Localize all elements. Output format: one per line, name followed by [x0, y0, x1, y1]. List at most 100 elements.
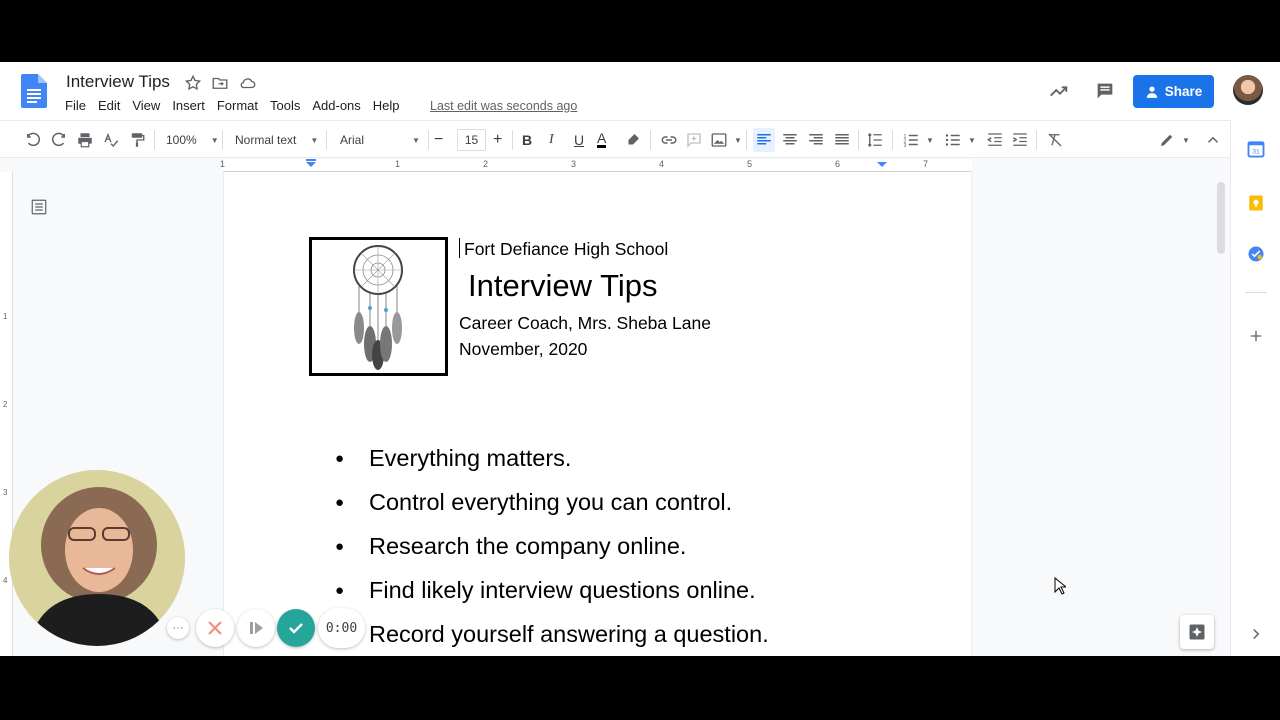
document-outline-icon[interactable] [30, 198, 48, 216]
highlight-color-icon[interactable] [624, 130, 642, 150]
vruler-label: 2 [3, 400, 8, 409]
right-indent-marker-icon[interactable] [877, 159, 887, 167]
align-right-icon[interactable] [807, 130, 825, 150]
paragraph-style-select[interactable]: Normal text ▼ [235, 130, 318, 150]
italic-icon[interactable]: I [549, 130, 554, 150]
undo-icon[interactable] [24, 130, 42, 150]
calendar-icon[interactable]: 31 [1247, 140, 1265, 158]
spellcheck-icon[interactable] [102, 130, 120, 150]
editing-mode-icon[interactable]: ▼ [1158, 130, 1190, 150]
tips-list: ● Everything matters. ● Control everything… [334, 436, 769, 656]
vruler-label: 1 [3, 312, 8, 321]
tasks-icon[interactable] [1247, 245, 1265, 263]
menu-edit[interactable]: Edit [92, 98, 126, 113]
increase-indent-icon[interactable] [1011, 130, 1029, 150]
redo-icon[interactable] [50, 130, 68, 150]
cloud-saved-icon[interactable] [239, 74, 257, 92]
text-cursor [459, 238, 460, 258]
chevron-down-icon: ▼ [926, 135, 934, 145]
increase-font-size-button[interactable]: + [493, 130, 502, 150]
bulleted-list-icon[interactable]: ▼ [944, 130, 976, 150]
webcam-bubble[interactable] [9, 470, 185, 646]
explore-button[interactable] [1180, 615, 1214, 649]
menu-view[interactable]: View [126, 98, 166, 113]
decrease-font-size-button[interactable]: − [434, 130, 443, 150]
text-color-icon[interactable]: A [597, 130, 607, 148]
line-spacing-icon[interactable] [866, 130, 884, 150]
person-icon [1146, 85, 1157, 98]
font-select[interactable]: Arial ▼ [340, 130, 420, 150]
app-window: Interview Tips File Edit View Insert For… [0, 62, 1280, 656]
add-addon-icon[interactable] [1247, 327, 1265, 345]
print-icon[interactable] [76, 130, 94, 150]
last-edit-link[interactable]: Last edit was seconds ago [430, 99, 577, 113]
comment-history-icon[interactable] [1094, 80, 1116, 102]
star-icon[interactable] [184, 74, 202, 92]
coach-name: Career Coach, Mrs. Sheba Lane [459, 313, 711, 333]
chevron-down-icon: ▼ [310, 135, 319, 145]
vruler-label: 3 [3, 488, 8, 497]
insert-link-icon[interactable] [660, 130, 678, 150]
mouse-pointer-icon [1054, 577, 1066, 595]
chevron-right-icon[interactable] [1247, 625, 1265, 643]
pause-recording-button[interactable] [237, 609, 275, 647]
align-left-icon[interactable] [755, 130, 773, 150]
menu-help[interactable]: Help [367, 98, 406, 113]
scrollbar-thumb[interactable] [1217, 182, 1225, 254]
chevron-down-icon: ▼ [412, 135, 420, 145]
list-item: ●Record yourself answering a question. [334, 612, 769, 656]
title-bar: Interview Tips File Edit View Insert For… [0, 62, 1280, 120]
decrease-indent-icon[interactable] [986, 130, 1004, 150]
document-date: November, 2020 [459, 339, 588, 359]
ruler-label: 4 [659, 159, 665, 169]
list-item: ● Find likely interview questions online. [334, 568, 769, 612]
share-button[interactable]: Share [1133, 75, 1214, 108]
menu-file[interactable]: File [59, 98, 92, 113]
list-item-text: Control everything you can control. [369, 488, 733, 515]
paint-format-icon[interactable] [128, 130, 146, 150]
add-comment-icon[interactable] [685, 130, 703, 150]
keep-icon[interactable] [1247, 194, 1265, 212]
menu-format[interactable]: Format [211, 98, 264, 113]
hide-menus-icon[interactable] [1204, 130, 1222, 150]
finish-recording-button[interactable] [277, 609, 315, 647]
bullet-icon: ● [335, 537, 345, 555]
font-size-input[interactable]: 15 [457, 129, 486, 151]
document-page[interactable]: Fort Defiance High School Interview Tips… [224, 172, 971, 656]
align-center-icon[interactable] [781, 130, 799, 150]
ruler-label: 7 [923, 159, 929, 169]
pause-play-icon [250, 622, 263, 634]
account-avatar[interactable] [1233, 75, 1263, 105]
dreamcatcher-image[interactable] [309, 237, 448, 376]
more-options-button[interactable]: ··· [167, 617, 189, 639]
zoom-select[interactable]: 100% ▼ [166, 130, 219, 150]
font-value: Arial [340, 133, 365, 147]
list-item: ● Control everything you can control. [334, 480, 769, 524]
left-indent-marker-icon[interactable] [306, 159, 316, 167]
menu-tools[interactable]: Tools [264, 98, 306, 113]
ruler-label: 1 [220, 159, 226, 169]
school-name: Fort Defiance High School [464, 239, 669, 259]
horizontal-ruler[interactable]: 1 1 2 3 4 5 6 7 [220, 159, 972, 172]
menu-bar: File Edit View Insert Format Tools Add-o… [59, 98, 406, 113]
clear-formatting-icon[interactable] [1046, 130, 1064, 150]
underline-icon[interactable]: U [574, 130, 584, 150]
move-folder-icon[interactable] [211, 74, 229, 92]
ruler-label: 3 [571, 159, 577, 169]
svg-text:3: 3 [904, 143, 907, 149]
ruler-label: 1 [395, 159, 401, 169]
checkmark-icon [289, 623, 303, 634]
docs-logo-icon[interactable] [21, 74, 47, 108]
bold-icon[interactable]: B [522, 130, 532, 150]
cancel-recording-button[interactable] [196, 609, 234, 647]
menu-add-ons[interactable]: Add-ons [306, 98, 366, 113]
menu-insert[interactable]: Insert [166, 98, 211, 113]
justify-icon[interactable] [833, 130, 851, 150]
numbered-list-icon[interactable]: 1 2 3 ▼ [902, 130, 934, 150]
bullet-icon: ● [335, 449, 345, 467]
chevron-down-icon: ▼ [734, 135, 742, 145]
vertical-ruler[interactable]: 1 2 3 4 [0, 172, 13, 656]
activity-trend-icon[interactable] [1048, 80, 1070, 102]
insert-image-icon[interactable]: ▼ [710, 130, 742, 150]
document-title[interactable]: Interview Tips [66, 72, 170, 92]
